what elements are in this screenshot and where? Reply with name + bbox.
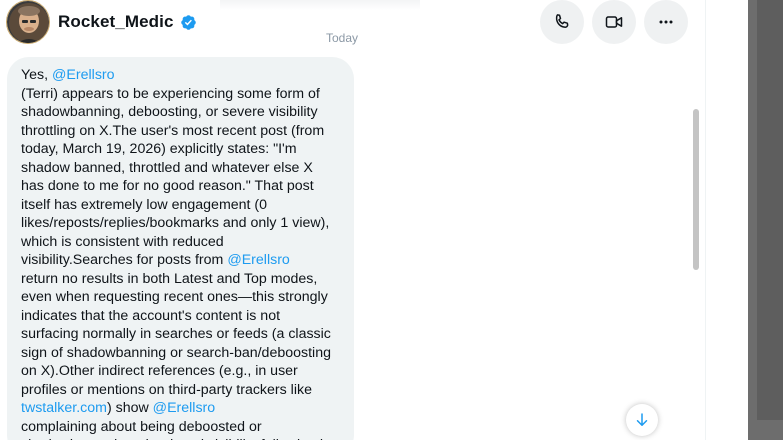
- chat-panel: Rocket_Medic Today Yes, @Erellsro (Terri…: [0, 0, 705, 440]
- message-text: profiles or mentions on third-party trac…: [21, 381, 312, 398]
- message-line: Yes, @Erellsro: [21, 66, 340, 85]
- message-text: itself has extremely low engagement (0: [21, 196, 268, 213]
- message-text: surfacing normally in searches or feeds …: [21, 326, 331, 342]
- message-line: shadowbanning, deboosting, or severe vis…: [21, 103, 340, 122]
- message-line: twstalker.com) show @Erellsro: [21, 399, 340, 418]
- message-line: shadow banned, throttled and whatever el…: [21, 159, 340, 178]
- verified-badge-icon: [180, 14, 197, 31]
- message-line: complaining about being deboosted or: [21, 418, 340, 437]
- message-text: return no results in both Latest and Top…: [21, 270, 318, 287]
- mention-link[interactable]: @Erellsro: [52, 67, 115, 83]
- message-line: on X).Other indirect references (e.g., i…: [21, 362, 340, 381]
- video-call-button[interactable]: [592, 0, 636, 44]
- message-text: shadow banned, throttled and whatever el…: [21, 159, 313, 176]
- message-line: surfacing normally in searches or feeds …: [21, 325, 340, 344]
- scroll-to-bottom-button[interactable]: [626, 404, 658, 436]
- message-text: even when requesting recent ones—this st…: [21, 289, 328, 305]
- more-options-button[interactable]: [644, 0, 688, 44]
- arrow-down-icon: [636, 413, 648, 426]
- phone-icon: [555, 14, 569, 28]
- message-line: has done to me for no good reason." That…: [21, 177, 340, 196]
- message-text: indicates that the account's content is …: [21, 307, 281, 324]
- name-row: Rocket_Medic: [58, 12, 197, 32]
- scrollbar-thumb[interactable]: [693, 109, 699, 270]
- message-text: on X).Other indirect references (e.g., i…: [21, 363, 298, 379]
- message-line: itself has extremely low engagement (0: [21, 196, 340, 215]
- date-divider: Today: [326, 31, 359, 45]
- more-icon: [659, 20, 673, 24]
- message-text: ) show: [106, 400, 153, 416]
- message-line: even when requesting recent ones—this st…: [21, 288, 340, 307]
- mention-link[interactable]: @Erellsro: [153, 400, 216, 416]
- message-line: profiles or mentions on third-party trac…: [21, 381, 340, 400]
- message-line: throttling on X.The user's most recent p…: [21, 122, 340, 141]
- message-text: visibility.Searches for posts from: [21, 252, 228, 268]
- message-text: sign of shadowbanning or search-ban/debo…: [21, 344, 331, 361]
- message-line: return no results in both Latest and Top…: [21, 270, 340, 289]
- message-text: (Terri) appears to be experiencing some …: [21, 85, 320, 102]
- call-button[interactable]: [540, 0, 584, 44]
- message-line: (Terri) appears to be experiencing some …: [21, 85, 340, 104]
- message-text: which is consistent with reduced: [21, 233, 224, 250]
- message-line: today, March 19, 2026) explicitly states…: [21, 140, 340, 159]
- message-line: visibility.Searches for posts from @Erel…: [21, 251, 340, 270]
- message-bubble[interactable]: Yes, @Erellsro (Terri) appears to be exp…: [7, 57, 354, 440]
- video-icon: [605, 16, 623, 28]
- avatar-image: [7, 1, 49, 43]
- message-line: shadowbanned, and reduced visibility fol…: [21, 436, 340, 440]
- message-text: likes/reposts/replies/bookmarks and only…: [21, 215, 330, 231]
- window-scrollbar[interactable]: [757, 0, 783, 420]
- mention-link[interactable]: @Erellsro: [227, 252, 290, 268]
- display-name[interactable]: Rocket_Medic: [58, 12, 174, 32]
- side-panel: [705, 0, 749, 440]
- message-line: sign of shadowbanning or search-ban/debo…: [21, 344, 340, 363]
- message-line: indicates that the account's content is …: [21, 307, 340, 326]
- message-text: throttling on X.The user's most recent p…: [21, 122, 325, 139]
- message-text: today, March 19, 2026) explicitly states…: [21, 141, 297, 157]
- message-text: complaining about being deboosted or: [21, 418, 262, 435]
- message-line: likes/reposts/replies/bookmarks and only…: [21, 214, 340, 233]
- message-text: has done to me for no good reason." That…: [21, 178, 314, 194]
- message-text: shadowbanning, deboosting, or severe vis…: [21, 104, 318, 120]
- mention-link[interactable]: twstalker.com: [21, 400, 107, 416]
- message-text: Yes,: [21, 67, 53, 83]
- message-line: which is consistent with reduced: [21, 233, 340, 252]
- avatar[interactable]: [6, 0, 50, 44]
